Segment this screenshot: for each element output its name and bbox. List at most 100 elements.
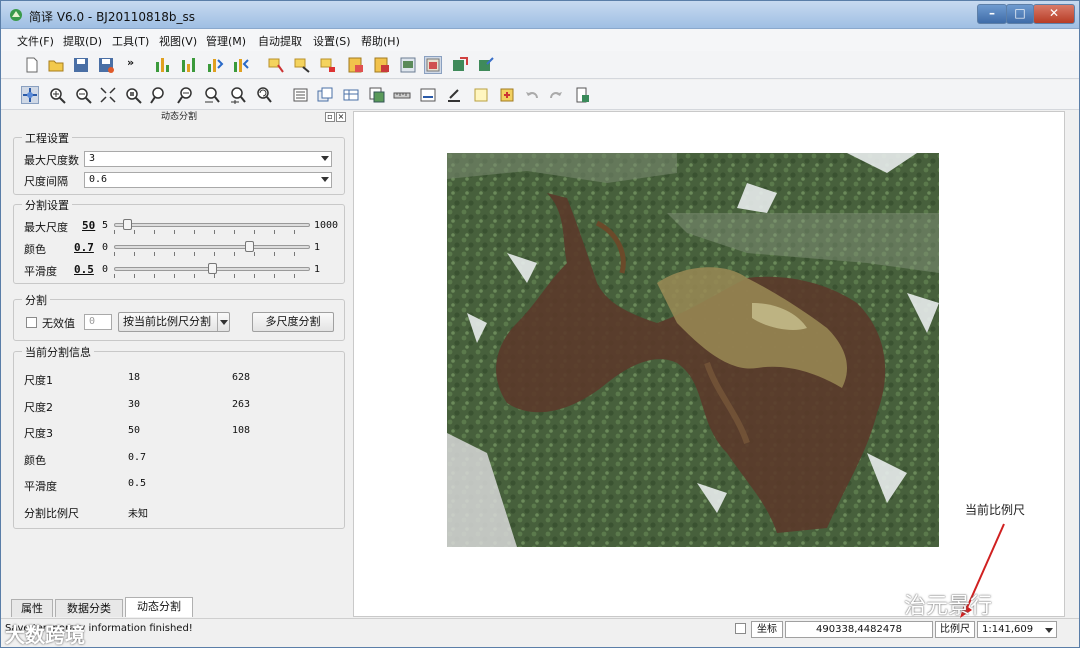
panel-float-icon[interactable]: ▫ — [325, 112, 335, 122]
info-row-value: 18 — [128, 372, 141, 383]
bookmark-icon[interactable] — [498, 86, 516, 104]
ruler-icon[interactable] — [419, 86, 437, 104]
zoom-prev-icon[interactable] — [203, 86, 221, 104]
scale-value: 1:141,609 — [982, 624, 1034, 635]
zoom-out-icon[interactable] — [74, 86, 92, 104]
multi-scale-split-button[interactable]: 多尺度分割 — [252, 312, 334, 332]
toolbar-more-button[interactable]: » — [127, 56, 145, 74]
slider-max: 1 — [314, 264, 321, 275]
delete-region-icon[interactable] — [319, 56, 337, 74]
tab-attributes[interactable]: 属性 — [11, 599, 53, 617]
max-scale-value: 3 — [89, 153, 96, 164]
menu-manage[interactable]: 管理(M) — [206, 33, 246, 49]
bar-chart-green-icon[interactable] — [153, 56, 171, 74]
bar-chart-icon[interactable] — [179, 56, 197, 74]
app-logo-icon — [10, 9, 22, 21]
menu-settings[interactable]: 设置(S) — [313, 33, 351, 49]
vertical-scrollbar[interactable] — [1065, 111, 1079, 617]
maximize-button[interactable]: □ — [1006, 4, 1034, 24]
chevron-down-icon — [1045, 628, 1053, 633]
info-row-count: 108 — [232, 425, 251, 436]
menu-extract[interactable]: 提取(D) — [63, 33, 102, 49]
tab-dynamic-segmentation[interactable]: 动态分割 — [125, 597, 193, 617]
window-title: 简译 V6.0 - BJ20110818b_ss — [29, 10, 196, 24]
undo-icon[interactable] — [523, 86, 541, 104]
info-row-label: 尺度2 — [24, 400, 53, 414]
zoom-in-icon[interactable] — [48, 86, 66, 104]
app-window: 简译 V6.0 - BJ20110818b_ss – □ ✕ 文件(F) 提取(… — [0, 0, 1080, 648]
scale-dropdown[interactable]: 1:141,609 — [977, 621, 1057, 638]
print-icon[interactable] — [573, 86, 591, 104]
dynamic-segmentation-panel: 动态分割 ▫ × 工程设置 最大尺度数 3 尺度间隔 0.6 分割设置 最大尺度… — [9, 111, 349, 617]
save-icon[interactable] — [72, 56, 90, 74]
select-region-icon[interactable] — [267, 56, 285, 74]
chevron-down-icon — [321, 156, 329, 161]
chart-merge-icon[interactable] — [232, 56, 250, 74]
menu-file[interactable]: 文件(F) — [17, 33, 54, 49]
tab-data-classification[interactable]: 数据分类 — [55, 599, 123, 617]
map-canvas[interactable] — [353, 111, 1065, 618]
nodata-checkbox[interactable] — [26, 317, 37, 328]
import-icon[interactable] — [477, 56, 495, 74]
project-settings-title: 工程设置 — [22, 130, 72, 146]
main-toolbar: » — [1, 51, 1079, 79]
slider-handle[interactable] — [245, 241, 254, 252]
zoom-full-icon[interactable] — [99, 86, 117, 104]
redo-icon[interactable] — [547, 86, 565, 104]
layer-list-icon[interactable] — [291, 86, 309, 104]
slider-handle[interactable] — [208, 263, 217, 274]
minimize-button[interactable]: – — [977, 4, 1007, 24]
layer-add-icon[interactable] — [347, 56, 365, 74]
info-row-label: 尺度1 — [24, 374, 53, 387]
export-icon[interactable] — [451, 56, 469, 74]
max-scale-combo[interactable]: 3 — [84, 151, 332, 167]
info-row-label: 平滑度 — [24, 480, 57, 493]
slider-max: 1 — [314, 242, 321, 253]
panel-close-icon[interactable]: × — [336, 112, 346, 122]
menu-tools[interactable]: 工具(T) — [112, 33, 149, 49]
layer-table-icon[interactable] — [342, 86, 360, 104]
slider-label: 颜色 — [24, 243, 46, 256]
zoom-next-icon[interactable] — [229, 86, 247, 104]
menu-auto-extract[interactable]: 自动提取 — [258, 33, 302, 49]
slider-value: 0.7 — [74, 241, 94, 254]
new-file-icon[interactable] — [23, 56, 41, 74]
split-mode-value: 按当前比例尺分割 — [123, 315, 211, 328]
measure-icon[interactable] — [393, 86, 411, 104]
slider-max: 1000 — [314, 220, 339, 231]
interval-combo[interactable]: 0.6 — [84, 172, 332, 188]
layer-props-icon[interactable] — [399, 56, 417, 74]
coord-value: 490338,4482478 — [785, 621, 933, 638]
zoom-layer-icon[interactable] — [124, 86, 142, 104]
menu-view[interactable]: 视图(V) — [159, 33, 197, 49]
note-icon[interactable] — [472, 86, 490, 104]
zoom-select-out-icon[interactable] — [176, 86, 194, 104]
zoom-select-in-icon[interactable] — [150, 86, 168, 104]
edit-region-icon[interactable] — [293, 56, 311, 74]
coord-checkbox[interactable] — [735, 623, 746, 634]
slider-handle[interactable] — [123, 219, 132, 230]
slider-track[interactable] — [114, 245, 310, 249]
watermark-logo: 大数跨境 — [5, 623, 85, 647]
segmentation-settings-title: 分割设置 — [22, 197, 72, 213]
slider-track[interactable] — [114, 223, 310, 227]
slider-min: 0 — [102, 242, 109, 253]
open-folder-icon[interactable] — [47, 56, 65, 74]
satellite-image — [447, 153, 939, 547]
layer-active-icon[interactable] — [424, 56, 442, 74]
menu-bar: 文件(F) 提取(D) 工具(T) 视图(V) 管理(M) 自动提取 设置(S)… — [1, 29, 1079, 51]
zoom-refresh-icon[interactable] — [255, 86, 273, 104]
pan-icon[interactable] — [21, 86, 39, 104]
identify-icon[interactable] — [445, 86, 463, 104]
segmentation-settings-group: 分割设置 最大尺度 50 5 1000 颜色 0.7 0 1 平滑度 0.5 0 1 — [13, 197, 345, 284]
split-mode-dropdown[interactable]: 按当前比例尺分割 — [118, 312, 230, 332]
menu-help[interactable]: 帮助(H) — [361, 33, 400, 49]
slider-min: 0 — [102, 264, 109, 275]
layer-remove-icon[interactable] — [373, 56, 391, 74]
layer-copy-icon[interactable] — [316, 86, 334, 104]
save-as-icon[interactable] — [97, 56, 115, 74]
close-button[interactable]: ✕ — [1033, 4, 1075, 24]
chart-split-icon[interactable] — [206, 56, 224, 74]
layer-swipe-icon[interactable] — [368, 86, 386, 104]
nodata-input[interactable]: 0 — [84, 314, 112, 330]
